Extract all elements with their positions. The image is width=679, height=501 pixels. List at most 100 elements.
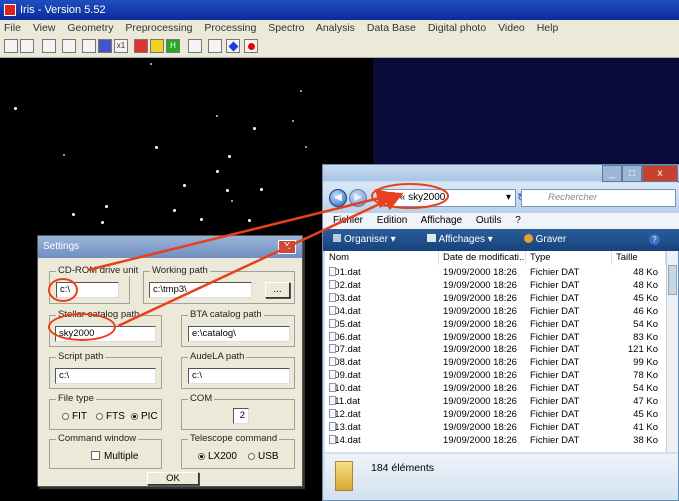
script-path-input[interactable]: c:\ <box>55 368 156 384</box>
multiple-checkbox[interactable]: Multiple <box>91 451 138 462</box>
menu-help[interactable]: ? <box>515 215 521 226</box>
organiser-button[interactable]: Organiser ▾ <box>333 234 410 245</box>
affichages-button[interactable]: Affichages ▾ <box>426 234 507 245</box>
file-icon <box>329 370 336 380</box>
vertical-scrollbar[interactable] <box>666 251 678 452</box>
browse-button[interactable]: ... <box>265 282 290 298</box>
file-size: 83 Ko <box>633 332 658 344</box>
grid-icon[interactable] <box>82 39 96 53</box>
file-type: Fichier DAT <box>530 344 579 356</box>
file-date: 19/09/2000 18:26 <box>443 332 517 344</box>
menu-geometry[interactable]: Geometry <box>67 22 113 34</box>
file-row[interactable]: 003.dat 19/09/2000 18:26 Fichier DAT 45 Ko <box>325 292 666 305</box>
move-cross-icon[interactable] <box>98 39 112 53</box>
file-type: Fichier DAT <box>530 319 579 331</box>
minimize-icon[interactable]: _ <box>602 165 622 182</box>
radio-off-icon <box>248 453 255 460</box>
undo-icon[interactable] <box>42 39 56 53</box>
list-icon[interactable] <box>188 39 202 53</box>
threshold-icon[interactable] <box>62 39 76 53</box>
file-row[interactable]: 001.dat 19/09/2000 18:26 Fichier DAT 48 Ko <box>325 267 666 279</box>
color-bars-icon[interactable] <box>150 39 164 53</box>
column-header-date[interactable]: Date de modificati... <box>439 251 526 265</box>
telescope-command-label: Telescope command <box>188 433 280 444</box>
scrollbar-thumb[interactable] <box>668 265 677 295</box>
close-icon[interactable]: x <box>642 165 678 182</box>
column-header-size[interactable]: Taille <box>612 251 666 265</box>
file-size: 38 Ko <box>633 435 658 447</box>
file-size-text: 41 Ko <box>633 421 658 433</box>
file-row[interactable]: 008.dat 19/09/2000 18:26 Fichier DAT 99 Ko <box>325 357 666 369</box>
file-row[interactable]: 011.dat 19/09/2000 18:26 Fichier DAT 47 Ko <box>325 396 666 408</box>
file-date: 19/09/2000 18:26 <box>443 370 517 382</box>
file-row[interactable]: 014.dat 19/09/2000 18:26 Fichier DAT 38 Ko <box>325 434 666 447</box>
telescope-lx200-radio[interactable]: LX200 <box>198 451 237 462</box>
menu-database[interactable]: Data Base <box>367 22 416 34</box>
menu-digital-photo[interactable]: Digital photo <box>428 22 486 34</box>
file-date-text: 19/09/2000 18:26 <box>443 292 517 304</box>
blue-diamond-icon[interactable] <box>226 39 240 53</box>
file-row[interactable]: 004.dat 19/09/2000 18:26 Fichier DAT 46 Ko <box>325 305 666 318</box>
bta-catalog-input[interactable]: e:\catalog\ <box>188 326 290 342</box>
menu-video[interactable]: Video <box>498 22 525 34</box>
file-row[interactable]: 005.dat 19/09/2000 18:26 Fichier DAT 54 Ko <box>325 318 666 331</box>
close-button[interactable]: X <box>278 240 296 254</box>
menu-fichier[interactable]: Fichier <box>333 215 363 226</box>
file-row[interactable]: 006.dat 19/09/2000 18:26 Fichier DAT 83 Ko <box>325 331 666 344</box>
histogram-button[interactable]: H <box>166 39 180 53</box>
address-input[interactable]: « sky2000 ▾ <box>380 189 516 207</box>
audela-path-input[interactable]: c:\ <box>188 368 290 384</box>
zoom-x1-button[interactable]: x1 <box>114 39 128 53</box>
maximize-icon[interactable]: □ <box>622 165 642 182</box>
file-type: Fichier DAT <box>530 306 579 318</box>
filetype-pic-label: PIC <box>141 411 158 422</box>
working-path-input[interactable]: c:\tmp3\ <box>149 282 252 298</box>
telescope-usb-radio[interactable]: USB <box>248 451 279 462</box>
file-row[interactable]: 010.dat 19/09/2000 18:26 Fichier DAT 54 Ko <box>325 383 666 395</box>
file-row[interactable]: 009.dat 19/09/2000 18:26 Fichier DAT 78 Ko <box>325 370 666 382</box>
menu-affichage[interactable]: Affichage <box>421 215 463 226</box>
file-name: 011.dat <box>329 396 360 408</box>
file-row[interactable]: 013.dat 19/09/2000 18:26 Fichier DAT 41 Ko <box>325 421 666 434</box>
file-size-text: 46 Ko <box>633 305 658 317</box>
filetype-fts-radio[interactable]: FTS <box>96 411 125 422</box>
camera-icon[interactable] <box>208 39 222 53</box>
burn-disc-icon <box>523 234 533 243</box>
ok-button[interactable]: OK <box>147 472 199 485</box>
column-header-name[interactable]: Nom <box>325 251 439 265</box>
file-name: 008.dat <box>329 357 361 369</box>
back-arrow-icon[interactable]: ◀ <box>329 189 347 207</box>
filetype-pic-radio[interactable]: PIC <box>131 411 158 422</box>
menu-view[interactable]: View <box>33 22 56 34</box>
file-type: Fichier DAT <box>530 267 579 279</box>
menu-outils[interactable]: Outils <box>476 215 502 226</box>
file-date-text: 19/09/2000 18:26 <box>443 434 517 446</box>
menu-processing[interactable]: Processing <box>204 22 256 34</box>
file-type-text: Fichier DAT <box>530 370 580 382</box>
menu-file[interactable]: File <box>4 22 21 34</box>
search-input[interactable]: Rechercher <box>521 189 676 207</box>
column-header-type[interactable]: Type <box>526 251 612 265</box>
file-name: 001.dat <box>329 267 361 279</box>
color-wheel-icon[interactable] <box>134 39 148 53</box>
file-type-text: Fichier DAT <box>530 331 580 343</box>
menu-edition[interactable]: Edition <box>377 215 408 226</box>
filetype-fit-radio[interactable]: FIT <box>62 411 87 422</box>
save-disk-icon[interactable] <box>20 39 34 53</box>
open-folder-icon[interactable] <box>4 39 18 53</box>
forward-arrow-icon[interactable]: ▶ <box>349 189 367 207</box>
file-type-text: Fichier DAT <box>530 267 580 278</box>
file-row[interactable]: 007.dat 19/09/2000 18:26 Fichier DAT 121 Ko <box>325 344 666 356</box>
record-red-dot-icon[interactable] <box>244 39 258 53</box>
chevron-down-icon[interactable]: ▾ <box>506 190 511 206</box>
com-port-input[interactable]: 2 <box>233 408 249 424</box>
address-text: sky2000 <box>408 192 446 203</box>
help-icon[interactable]: ? <box>649 234 660 245</box>
menu-help[interactable]: Help <box>537 22 559 34</box>
file-row[interactable]: 002.dat 19/09/2000 18:26 Fichier DAT 48 Ko <box>325 279 666 292</box>
graver-button[interactable]: Graver <box>523 234 581 245</box>
menu-preprocessing[interactable]: Preprocessing <box>125 22 192 34</box>
menu-spectro[interactable]: Spectro <box>268 22 304 34</box>
menu-analysis[interactable]: Analysis <box>316 22 355 34</box>
file-row[interactable]: 012.dat 19/09/2000 18:26 Fichier DAT 45 Ko <box>325 408 666 421</box>
